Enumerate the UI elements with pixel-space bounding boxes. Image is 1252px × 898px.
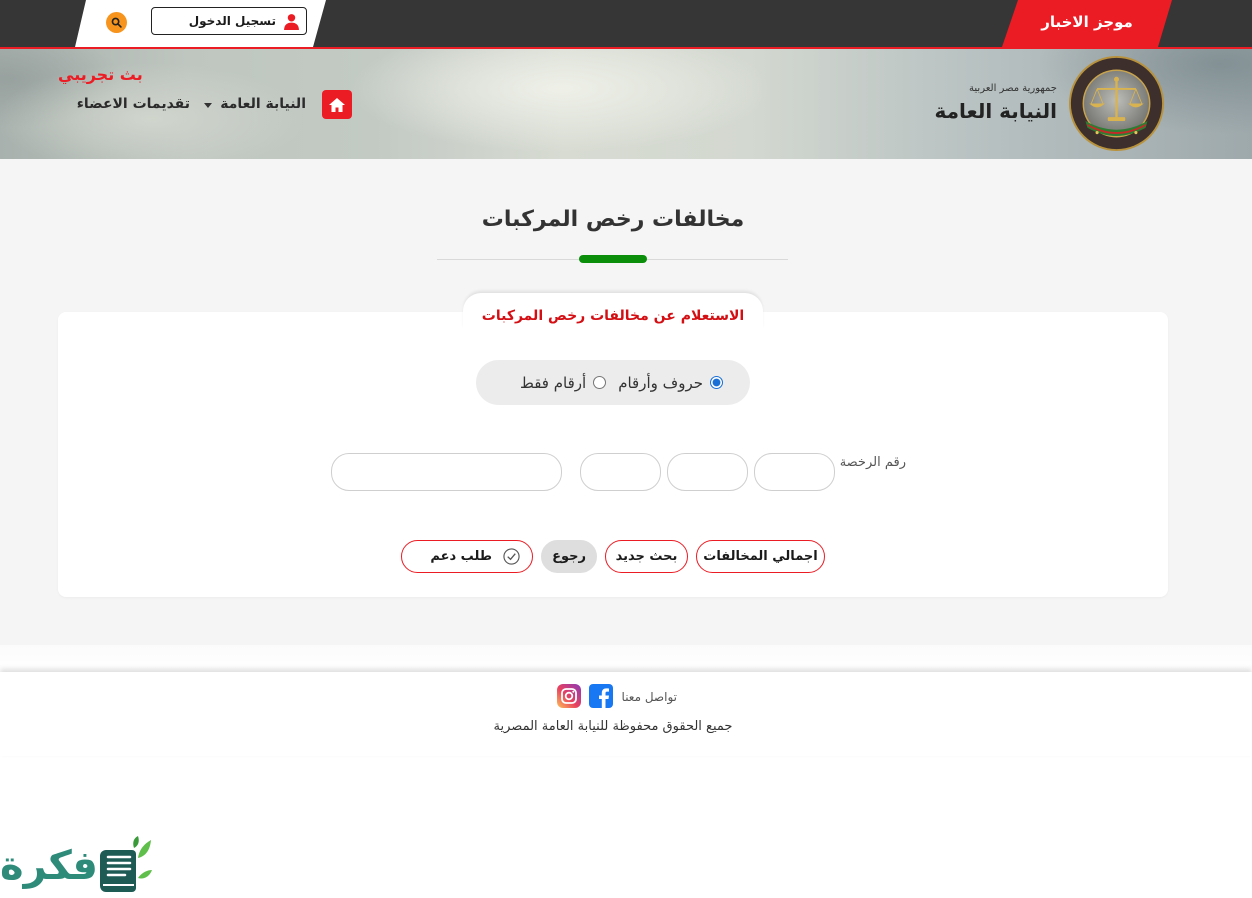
live-broadcast-link[interactable]: بث تجريبي [58,64,143,86]
radio-numbers-only-input[interactable] [593,376,607,389]
top-bar: موجز الاخبار تسجيل الدخول [0,0,1252,49]
check-circle-icon [503,548,520,565]
nav-item-member-submissions[interactable]: تقديمات الاعضاء [77,94,190,114]
license-input-1[interactable] [754,453,835,491]
radio-letters-and-numbers[interactable]: حروف وأرقام [618,373,723,393]
news-ticker-text: موجز الاخبار [1041,13,1133,31]
home-button[interactable] [322,90,352,119]
user-icon [284,13,299,30]
page-title: مخالفات رخص المركبات [481,207,745,232]
home-icon [329,97,345,112]
nav-item-public-prosecution[interactable]: النيابة العامة [204,94,306,114]
license-input-2[interactable] [667,453,748,491]
main-content: مخالفات رخص المركبات حروف وأرقام أرقام ف… [0,159,1252,645]
radio-label: أرقام فقط [519,373,587,392]
support-request-label: طلب دعم [430,549,492,564]
support-request-button[interactable]: طلب دعم [401,540,533,573]
radio-numbers-only[interactable]: أرقام فقط [519,373,607,393]
chevron-down-icon [204,102,213,108]
radio-label: حروف وأرقام [618,373,703,392]
inquiry-form-card: حروف وأرقام أرقام فقط رقم الرخصة اجمالي … [58,312,1168,597]
facebook-icon [589,684,613,708]
login-button[interactable]: تسجيل الدخول [151,7,307,35]
watermark-logo: فكرة [0,836,152,896]
contact-us-label: تواصل معنا [621,690,677,704]
nav-item-label: تقديمات الاعضاء [76,96,190,112]
facebook-link[interactable] [589,684,613,708]
license-number-label: رقم الرخصة [839,455,906,470]
instagram-icon [557,684,581,708]
search-icon [111,17,122,28]
country-name: جمهورية مصر العربية [969,83,1057,94]
form-tab-label: الاستعلام عن مخالفات رخص المركبات [463,293,763,331]
news-ticker-label: موجز الاخبار [1002,0,1172,47]
title-accent-bar [579,255,647,263]
plate-type-radio-group: حروف وأرقام أرقام فقط [476,360,750,405]
login-label: تسجيل الدخول [188,14,276,28]
new-search-button[interactable]: بحث جديد [605,540,688,573]
nav-item-label: النيابة العامة [220,96,306,112]
site-header: جمهورية مصر العربية النيابة العامة بث تج… [0,49,1252,159]
scales-of-justice-emblem [1068,55,1165,152]
book-leaf-icon [100,836,152,892]
site-footer: تواصل معنا جميع الحقوق محفوظة للنيابة ال… [0,672,1252,756]
watermark-text: فكرة [0,843,98,889]
license-input-4[interactable] [331,453,562,491]
back-button[interactable]: رجوع [541,540,597,573]
license-input-3[interactable] [580,453,661,491]
organization-name: النيابة العامة [934,99,1057,123]
copyright-text: جميع الحقوق محفوظة للنيابة العامة المصري… [493,719,733,734]
radio-letters-and-numbers-input[interactable] [710,376,723,389]
total-violations-button[interactable]: اجمالي المخالفات [696,540,825,573]
instagram-link[interactable] [557,684,581,708]
search-button[interactable] [106,12,127,33]
footer-spacer [0,645,1252,672]
